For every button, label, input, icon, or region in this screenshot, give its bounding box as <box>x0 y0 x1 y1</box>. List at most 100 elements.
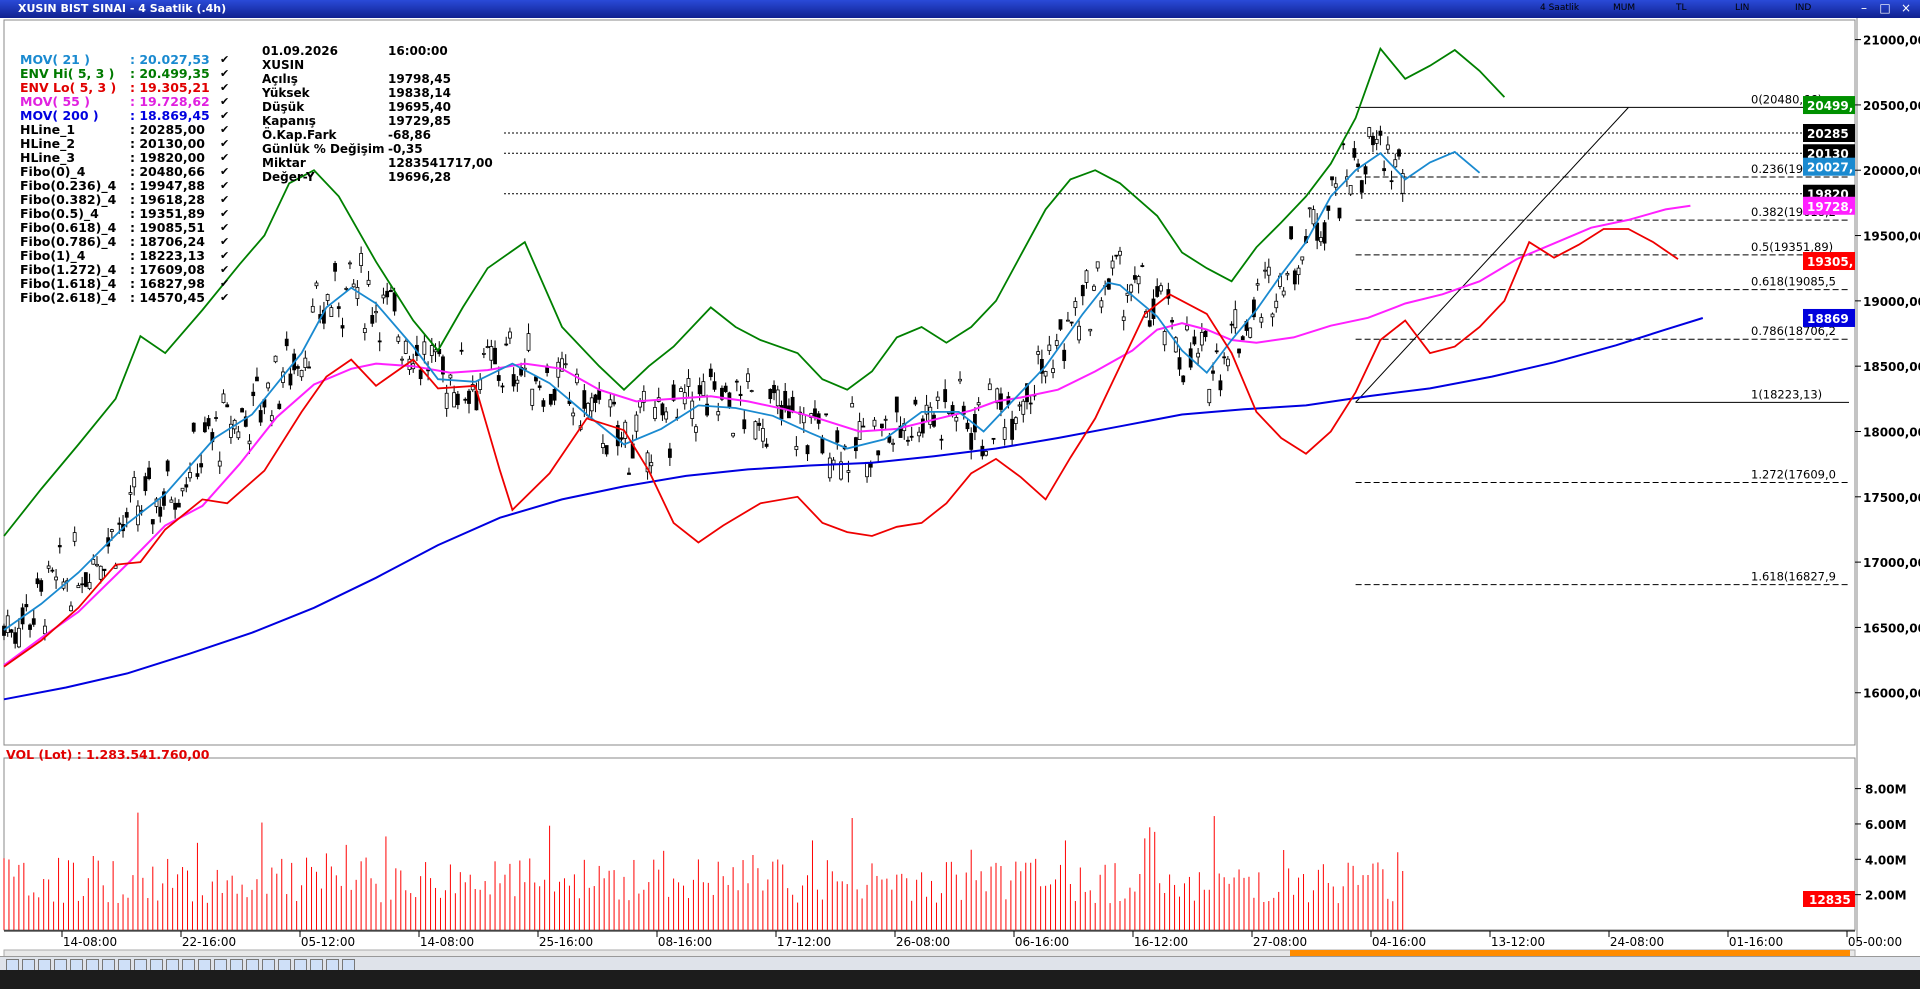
candle-body <box>746 373 750 382</box>
candle-body <box>173 502 178 510</box>
candle-body <box>1185 325 1189 331</box>
minimize-icon[interactable]: – <box>1855 1 1873 16</box>
x-tick-label: 05-12:00 <box>301 935 355 949</box>
candle-body <box>1330 176 1334 181</box>
candle-body <box>1013 417 1018 424</box>
candle-body <box>269 415 274 422</box>
candle-body <box>760 428 765 442</box>
candle-body <box>381 294 386 299</box>
check-icon[interactable]: ✔ <box>220 235 229 249</box>
candle-body <box>158 506 163 517</box>
legend-row[interactable]: Fibo(0)_4: 20480,66 ✔ <box>20 165 240 179</box>
candle-body <box>987 383 992 391</box>
candle-body <box>1211 370 1215 374</box>
volume-tick-label: 4.00M <box>1865 853 1907 867</box>
check-icon[interactable]: ✔ <box>220 123 229 137</box>
candle-body <box>526 333 531 351</box>
maximize-icon[interactable]: □ <box>1876 1 1894 16</box>
legend-row[interactable]: Fibo(1.618)_4: 16827,98 ✔ <box>20 277 240 291</box>
candle-body <box>396 336 401 342</box>
legend-row[interactable]: MOV( 200 ): 18.869,45 ✔ <box>20 109 240 123</box>
check-icon[interactable]: ✔ <box>220 67 229 81</box>
legend-row[interactable]: Fibo(0.786)_4: 18706,24 ✔ <box>20 235 240 249</box>
candle-body <box>1281 290 1286 296</box>
toolbar-currency[interactable]: TL <box>1676 3 1687 13</box>
candle-body <box>206 418 211 427</box>
check-icon[interactable]: ✔ <box>220 151 229 165</box>
info-key: XUSIN <box>262 58 305 72</box>
candle-body <box>102 568 107 571</box>
check-icon[interactable]: ✔ <box>220 109 229 123</box>
check-icon[interactable]: ✔ <box>220 95 229 109</box>
legend-row[interactable]: MOV( 55 ): 19.728,62 ✔ <box>20 95 240 109</box>
candle-body <box>880 423 884 429</box>
check-icon[interactable]: ✔ <box>220 249 229 263</box>
check-icon[interactable]: ✔ <box>220 291 229 305</box>
candle-body <box>928 406 933 425</box>
legend-row[interactable]: ENV Lo( 5, 3 ): 19.305,21 ✔ <box>20 81 240 95</box>
check-icon[interactable]: ✔ <box>220 165 229 179</box>
x-tick-label: 08-16:00 <box>658 935 712 949</box>
candle-body <box>1263 269 1267 272</box>
candle-body <box>969 433 974 450</box>
info-row: Açılış 19798,45 <box>262 72 482 86</box>
candle-body <box>563 363 568 366</box>
check-icon[interactable]: ✔ <box>220 277 229 291</box>
candle-body <box>917 431 922 437</box>
y-tick-label: 16500,00 <box>1863 621 1920 635</box>
candle-body <box>1222 356 1227 359</box>
candle-body <box>340 325 345 329</box>
check-icon[interactable]: ✔ <box>220 221 229 235</box>
candle-body <box>853 437 858 452</box>
check-icon[interactable]: ✔ <box>220 193 229 207</box>
legend-row[interactable]: Fibo(1.272)_4: 17609,08 ✔ <box>20 263 240 277</box>
legend-row[interactable]: ENV Hi( 5, 3 ): 20.499,35 ✔ <box>20 67 240 81</box>
legend-row[interactable]: Fibo(0.382)_4: 19618,28 ✔ <box>20 193 240 207</box>
close-icon[interactable]: × <box>1897 1 1915 16</box>
y-tick-label: 19000,00 <box>1863 295 1920 309</box>
check-icon[interactable]: ✔ <box>220 53 229 67</box>
info-key: Değer-Y <box>262 170 315 184</box>
toolbar-scale[interactable]: LIN <box>1735 3 1749 13</box>
volume-label: VOL (Lot) : 1.283.541.760,00 <box>6 747 210 762</box>
candle-body <box>489 346 494 361</box>
check-icon[interactable]: ✔ <box>220 81 229 95</box>
candle-body <box>344 288 349 290</box>
legend-row[interactable]: HLine_3: 19820,00 ✔ <box>20 151 240 165</box>
candle-body <box>667 448 672 458</box>
price-tag-label: 20499, <box>1807 99 1853 113</box>
legend-row[interactable]: MOV( 21 ): 20.027,53 ✔ <box>20 53 240 67</box>
legend-row[interactable]: Fibo(1)_4: 18223,13 ✔ <box>20 249 240 263</box>
candle-body <box>46 565 51 569</box>
legend-row[interactable]: Fibo(0.618)_4: 19085,51 ✔ <box>20 221 240 235</box>
legend-row[interactable]: Fibo(0.5)_4: 19351,89 ✔ <box>20 207 240 221</box>
candle-body <box>150 519 155 525</box>
candle-body <box>310 305 315 313</box>
candle-body <box>552 388 557 401</box>
check-icon[interactable]: ✔ <box>220 179 229 193</box>
check-icon[interactable]: ✔ <box>220 207 229 221</box>
candle-body <box>403 340 408 354</box>
y-tick-label: 18000,00 <box>1863 425 1920 439</box>
candle-body <box>1181 375 1186 383</box>
candle-body <box>1062 349 1067 362</box>
candle-body <box>801 414 806 424</box>
toolbar-chart-type[interactable]: MUM <box>1613 3 1635 13</box>
check-icon[interactable]: ✔ <box>220 137 229 151</box>
candle-body <box>43 625 47 635</box>
toolbar-indicator[interactable]: IND <box>1795 3 1811 13</box>
candle-body <box>1274 300 1279 309</box>
legend-row[interactable]: HLine_2: 20130,00 ✔ <box>20 137 240 151</box>
info-key: Kapanış <box>262 114 316 128</box>
candle-body <box>429 345 434 356</box>
info-key: 01.09.2026 <box>262 44 338 58</box>
legend-row[interactable]: HLine_1: 20285,00 ✔ <box>20 123 240 137</box>
legend-row[interactable]: Fibo(0.236)_4: 19947,88 ✔ <box>20 179 240 193</box>
legend-row[interactable]: Fibo(2.618)_4: 14570,45 ✔ <box>20 291 240 305</box>
candle-body <box>176 502 181 508</box>
check-icon[interactable]: ✔ <box>220 263 229 277</box>
x-tick-label: 25-16:00 <box>539 935 593 949</box>
info-key: Düşük <box>262 100 305 114</box>
toolbar-period[interactable]: 4 Saatlik <box>1540 3 1579 13</box>
y-tick-label: 20000,00 <box>1863 164 1920 178</box>
